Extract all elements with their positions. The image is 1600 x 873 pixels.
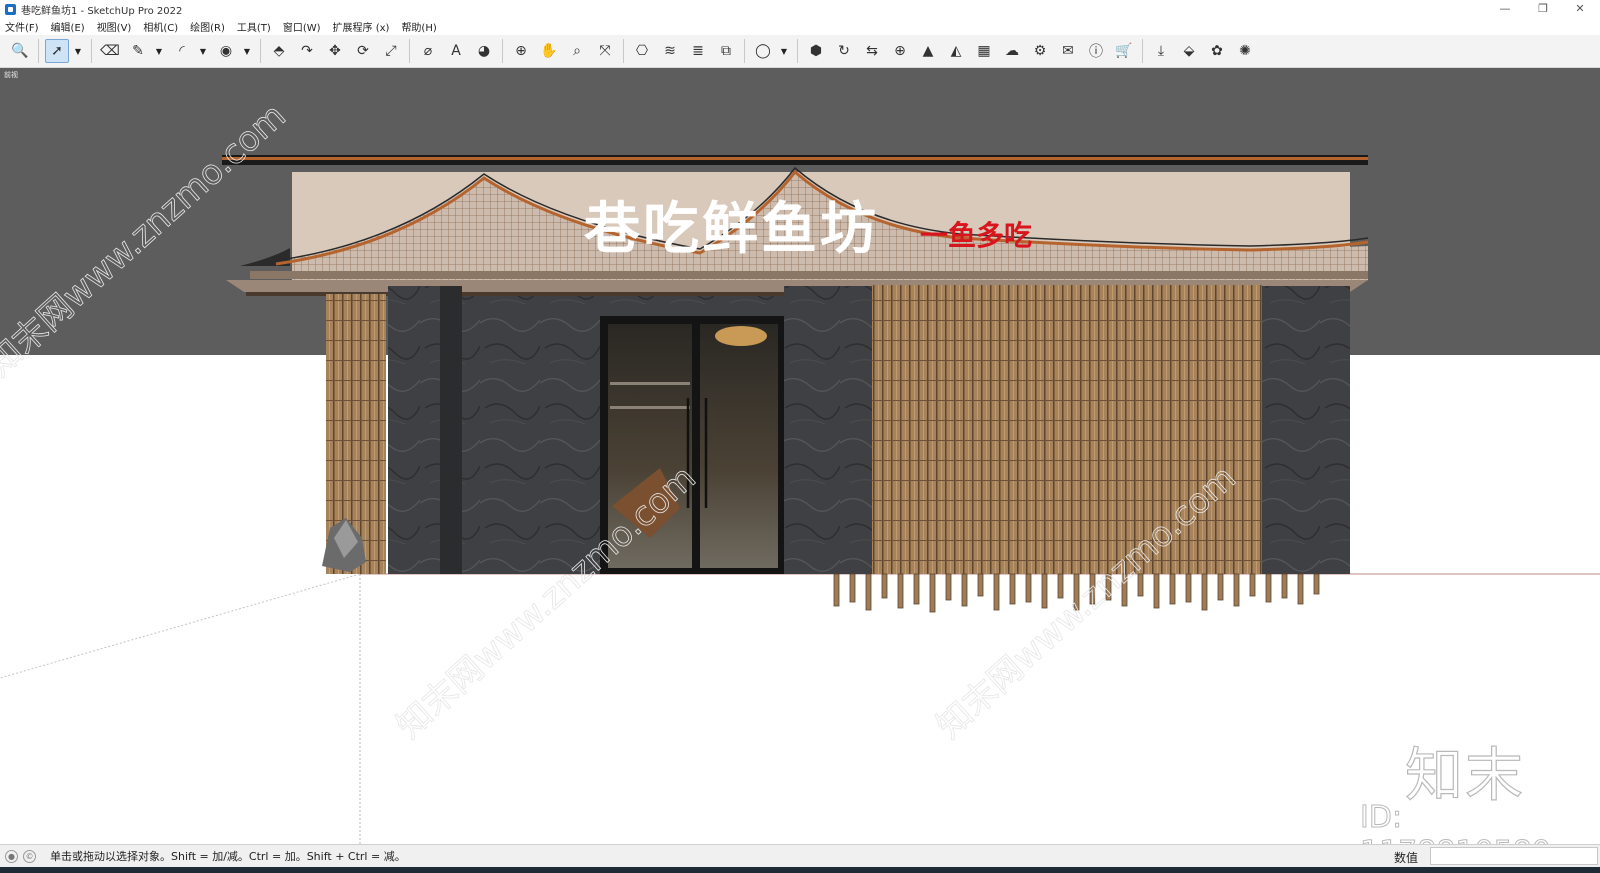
transfer-icon[interactable]: ⇆ [860, 39, 884, 63]
settings-icon[interactable]: ⚙ [1028, 39, 1052, 63]
menu-camera[interactable]: 相机(C) [143, 19, 178, 34]
zoom-window-icon[interactable]: ⤧ [593, 39, 617, 63]
toolbar-separator [260, 39, 261, 63]
menu-help[interactable]: 帮助(H) [401, 19, 436, 34]
taskbar-strip [0, 867, 1600, 873]
sign-main-text: 巷吃鲜鱼坊 [584, 197, 879, 262]
follow-me-icon[interactable]: ↷ [295, 39, 319, 63]
toolbar-separator [409, 39, 410, 63]
measurements-input[interactable] [1430, 847, 1598, 865]
layout-icon[interactable]: ≣ [686, 39, 710, 63]
status-hint: 单击或拖动以选择对象。Shift = 加/减。Ctrl = 加。Shift + … [50, 850, 406, 863]
layer-icon[interactable]: ⬙ [1177, 39, 1201, 63]
arc-dropdown-icon[interactable]: ▼ [198, 39, 208, 63]
minimize-button[interactable]: — [1485, 0, 1525, 18]
line-dropdown-icon[interactable]: ▼ [154, 39, 164, 63]
shape-icon[interactable]: ◉ [214, 39, 238, 63]
measurements-label: 数值 [1394, 851, 1419, 865]
menu-edit[interactable]: 编辑(E) [51, 19, 85, 34]
text-icon[interactable]: A [444, 39, 468, 63]
watermark-id: ID: 1178810580 [1360, 800, 1552, 845]
menu-draw[interactable]: 绘图(R) [190, 19, 225, 34]
terrain-icon[interactable]: ◭ [944, 39, 968, 63]
render-settings-icon[interactable]: ✺ [1233, 39, 1257, 63]
status-bar: ● © 单击或拖动以选择对象。Shift = 加/减。Ctrl = 加。Shif… [0, 844, 1600, 867]
select-icon[interactable]: ➚ [45, 39, 69, 63]
paint-bucket-icon[interactable]: ◕ [472, 39, 496, 63]
cloud-upload-icon[interactable]: ☁ [1000, 39, 1024, 63]
3d-warehouse-icon[interactable]: ⎔ [630, 39, 654, 63]
scale-icon[interactable]: ⤢ [379, 39, 403, 63]
add-icon[interactable]: ⊕ [888, 39, 912, 63]
restore-button[interactable]: ❐ [1523, 0, 1563, 18]
menu-extensions[interactable]: 扩展程序 (x) [333, 19, 390, 34]
model-viewport[interactable]: 前视 巷吃鲜鱼坊 一鱼多吃 知末网www.znzmo.com 知末网www.zn… [0, 68, 1600, 844]
menu-bar: 文件(F) 编辑(E) 视图(V) 相机(C) 绘图(R) 工具(T) 窗口(W… [0, 18, 1600, 35]
eraser-icon[interactable]: ⌫ [98, 39, 122, 63]
menu-tools[interactable]: 工具(T) [237, 19, 271, 34]
plugin-orange-icon[interactable]: ⬢ [804, 39, 828, 63]
render-icon[interactable]: ✿ [1205, 39, 1229, 63]
pan-icon[interactable]: ✋ [537, 39, 561, 63]
credits-icon[interactable]: © [23, 849, 36, 863]
rotate-icon[interactable]: ⟳ [351, 39, 375, 63]
storefront-model: 巷吃鲜鱼坊 一鱼多吃 知末网www.znzmo.com 知末网www.znzmo… [0, 68, 1600, 844]
close-button[interactable]: ✕ [1560, 0, 1600, 18]
toolbar-separator [797, 39, 798, 63]
cart-icon[interactable]: 🛒 [1112, 39, 1136, 63]
extension-manager-icon[interactable]: ⧉ [714, 39, 738, 63]
extension-warehouse-icon[interactable]: ≋ [658, 39, 682, 63]
main-toolbar: 🔍 ➚ ▼ ⌫ ✎ ▼ ◜ ▼ ◉ ▼ ⬘ ↷ ✥ ⟳ ⤢ ⌀ A ◕ ⊕ ✋ ⌕ ⤧ ⎔ ≋ ≣ ⧉ ◯ ▼ ⬢ ↻ ⇆ ⊕ ▲ ◭ ▦ ☁ ⚙ ✉ ⓘ 🛒… [0, 35, 1600, 68]
toolbar-separator [744, 39, 745, 63]
geo-location-icon[interactable]: ● [5, 849, 18, 863]
move-icon[interactable]: ✥ [323, 39, 347, 63]
toolbar-separator [1142, 39, 1143, 63]
menu-file[interactable]: 文件(F) [5, 19, 39, 34]
zoom-extents-icon[interactable]: 🔍 [8, 39, 32, 63]
account-dropdown-icon[interactable]: ▼ [779, 39, 789, 63]
import-icon[interactable]: ⤓ [1149, 39, 1173, 63]
arc-icon[interactable]: ◜ [170, 39, 194, 63]
tape-measure-icon[interactable]: ⌀ [416, 39, 440, 63]
select-dropdown-icon[interactable]: ▼ [73, 39, 83, 63]
sign-sub-text: 一鱼多吃 [920, 219, 1032, 252]
orbit-icon[interactable]: ⊕ [509, 39, 533, 63]
toolbar-separator [502, 39, 503, 63]
checker-icon[interactable]: ▦ [972, 39, 996, 63]
menu-window[interactable]: 窗口(W) [283, 19, 321, 34]
push-pull-icon[interactable]: ⬘ [267, 39, 291, 63]
toolbar-separator [91, 39, 92, 63]
mail-icon[interactable]: ✉ [1056, 39, 1080, 63]
title-bar: 巷吃鲜鱼坊1 - SketchUp Pro 2022 [0, 0, 1600, 18]
scene-tab-label[interactable]: 前视 [4, 70, 18, 80]
tree-icon[interactable]: ▲ [916, 39, 940, 63]
info-icon[interactable]: ⓘ [1084, 39, 1108, 63]
pencil-icon[interactable]: ✎ [126, 39, 150, 63]
menu-view[interactable]: 视图(V) [97, 19, 132, 34]
sketchup-app-icon [5, 3, 16, 15]
window-title: 巷吃鲜鱼坊1 - SketchUp Pro 2022 [21, 5, 183, 17]
toolbar-separator [38, 39, 39, 63]
toolbar-separator [623, 39, 624, 63]
reload-icon[interactable]: ↻ [832, 39, 856, 63]
shape-dropdown-icon[interactable]: ▼ [242, 39, 252, 63]
zoom-icon[interactable]: ⌕ [565, 39, 589, 63]
account-icon[interactable]: ◯ [751, 39, 775, 63]
